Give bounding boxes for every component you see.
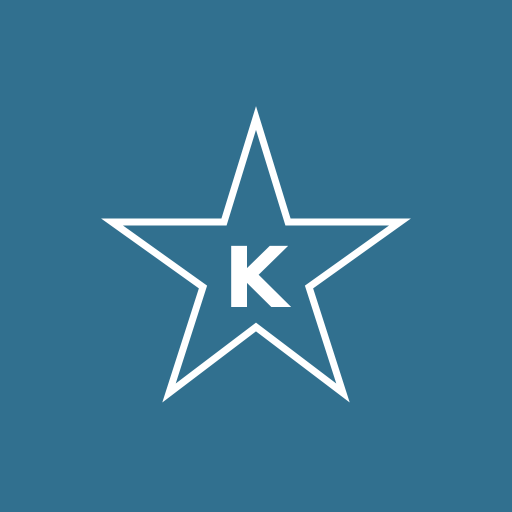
logo-tile: K <box>0 0 512 512</box>
logo-letter: K <box>223 229 291 327</box>
star-k-logo: K <box>0 0 512 512</box>
